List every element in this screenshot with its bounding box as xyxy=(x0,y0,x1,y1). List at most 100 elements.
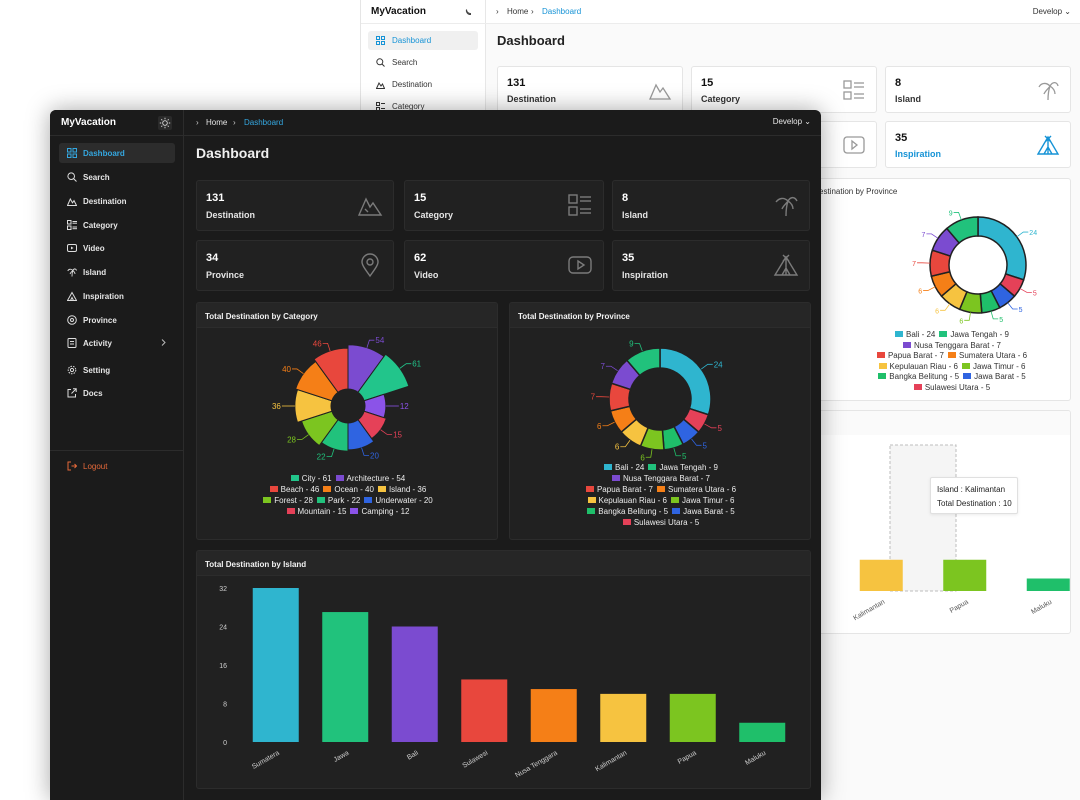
sidebar-item-docs[interactable]: Docs xyxy=(59,383,175,403)
stat-card-category[interactable]: 15 Category xyxy=(404,180,604,231)
light-nav-destination[interactable]: Destination xyxy=(368,75,478,94)
province-label-line xyxy=(691,438,702,446)
legend-swatch xyxy=(585,486,594,492)
legend-item[interactable]: Mountain - 15 xyxy=(286,506,346,517)
sidebar-item-label: Destination xyxy=(83,197,127,206)
stat-card-inspiration[interactable]: 35 Inspiration xyxy=(612,240,810,291)
environment-select[interactable]: Develop ⌄ xyxy=(773,117,811,126)
legend-item[interactable]: Jawa Timur - 6 xyxy=(962,362,1025,373)
province-label-line xyxy=(602,421,615,427)
mountain-icon xyxy=(375,80,386,89)
legend-item[interactable]: Beach - 46 xyxy=(269,484,319,495)
legend-item[interactable]: Jawa Barat - 5 xyxy=(963,372,1026,383)
stat-card-destination[interactable]: 131 Destination xyxy=(196,180,394,231)
legend-row: Forest - 28 Park - 22 Underwater - 20 xyxy=(197,495,497,506)
legend-item[interactable]: Park - 22 xyxy=(316,495,361,506)
light-breadcrumb-home[interactable]: Home xyxy=(507,7,528,16)
activity-icon xyxy=(67,338,77,348)
legend-item[interactable]: Ocean - 40 xyxy=(323,484,374,495)
light-province-data-label: 6 xyxy=(959,318,963,325)
legend-label: Park - 22 xyxy=(327,496,361,505)
sidebar-item-setting[interactable]: Setting xyxy=(59,360,175,380)
legend-label: Architecture - 54 xyxy=(346,474,406,483)
light-stat-card-destination[interactable]: 131 Destination xyxy=(497,66,683,113)
legend-item[interactable]: Forest - 28 xyxy=(263,495,313,506)
legend-item[interactable]: Sumatera Utara - 6 xyxy=(948,351,1027,362)
legend-item[interactable]: Jawa Tengah - 9 xyxy=(939,330,1009,341)
light-stat-card-inspiration[interactable]: 35 Inspiration xyxy=(885,121,1071,168)
legend-item[interactable]: Bangka Belitung - 5 xyxy=(878,372,959,383)
y-tick-label: 24 xyxy=(219,625,227,632)
stat-value: 8 xyxy=(622,192,629,204)
moon-icon[interactable] xyxy=(462,5,474,17)
legend-swatch xyxy=(913,383,922,390)
legend-swatch xyxy=(611,475,620,481)
legend-item[interactable]: Papua Barat - 7 xyxy=(585,484,653,495)
light-province-label-line xyxy=(1019,288,1032,293)
bar xyxy=(600,693,647,742)
light-stat-card-island[interactable]: 8 Island xyxy=(885,66,1071,113)
light-stat-card-category[interactable]: 15 Category xyxy=(691,66,877,113)
legend-item[interactable]: Sulawesi Utara - 5 xyxy=(913,383,990,394)
light-nav-dashboard[interactable]: Dashboard xyxy=(368,31,478,50)
legend-item[interactable]: Nusa Tenggara Barat - 7 xyxy=(611,473,710,484)
legend-item[interactable]: Jawa Barat - 5 xyxy=(672,506,735,517)
legend-item[interactable]: Sumatera Utara - 6 xyxy=(657,484,736,495)
stat-value: 62 xyxy=(414,252,427,264)
chevron-right-icon[interactable] xyxy=(159,338,168,347)
logout-button[interactable]: Logout xyxy=(59,456,175,476)
breadcrumb-home[interactable]: Home xyxy=(206,118,227,127)
light-env-label: Develop xyxy=(1032,7,1063,16)
legend-item[interactable]: Jawa Timur - 6 xyxy=(671,495,734,506)
stat-card-province[interactable]: 34 Province xyxy=(196,240,394,291)
legend-item[interactable]: Jawa Tengah - 9 xyxy=(648,462,718,473)
sidebar-item-inspiration[interactable]: Inspiration xyxy=(59,286,175,306)
bar xyxy=(322,612,369,742)
light-nav-search[interactable]: Search xyxy=(368,53,478,72)
legend-item[interactable]: Bangka Belitung - 5 xyxy=(587,506,668,517)
bar xyxy=(669,693,716,742)
light-page-title: Dashboard xyxy=(497,33,565,48)
logout-label: Logout xyxy=(83,462,108,471)
legend-item[interactable]: Underwater - 20 xyxy=(364,495,433,506)
sidebar-item-video[interactable]: Video xyxy=(59,238,175,258)
category-data-label: 22 xyxy=(317,453,326,462)
y-tick-label: 0 xyxy=(223,740,227,747)
sidebar-item-search[interactable]: Search xyxy=(59,167,175,187)
legend-item[interactable]: Architecture - 54 xyxy=(335,473,406,484)
legend-item[interactable]: Bali - 24 xyxy=(895,330,935,341)
island-chart-panel: Total Destination by Island 0 8 16 24 32 Suma… xyxy=(196,550,811,789)
province-data-label: 9 xyxy=(629,340,634,349)
stat-label: Destination xyxy=(206,210,256,220)
sidebar-item-label: Video xyxy=(83,244,105,253)
stat-value: 35 xyxy=(622,252,635,264)
legend-item[interactable]: Papua Barat - 7 xyxy=(876,351,944,362)
legend-item[interactable]: Nusa Tenggara Barat - 7 xyxy=(902,341,1001,352)
sidebar-item-activity[interactable]: Activity xyxy=(59,333,175,353)
legend-item[interactable]: City - 61 xyxy=(290,473,332,484)
sidebar-item-province[interactable]: Province xyxy=(59,310,175,330)
legend-item[interactable]: Camping - 12 xyxy=(350,506,409,517)
tent-icon xyxy=(773,254,799,276)
legend-swatch xyxy=(316,497,325,503)
sidebar-item-dashboard[interactable]: Dashboard xyxy=(59,143,175,163)
sidebar-item-category[interactable]: Category xyxy=(59,215,175,235)
legend-item[interactable]: Kepulauan Riau - 6 xyxy=(587,495,668,506)
stat-label: Inspiration xyxy=(622,270,669,280)
category-label-line xyxy=(380,429,393,435)
legend-row: Nusa Tenggara Barat - 7 xyxy=(852,341,1052,352)
sidebar-item-island[interactable]: Island xyxy=(59,262,175,282)
light-env-select[interactable]: Develop ⌄ xyxy=(1033,7,1071,16)
sidebar-item-label: Inspiration xyxy=(83,292,124,301)
bar xyxy=(391,626,438,742)
sidebar-item-destination[interactable]: Destination xyxy=(59,191,175,211)
legend-label: Kepulauan Riau - 6 xyxy=(598,496,668,505)
theme-toggle-button[interactable] xyxy=(158,116,172,130)
x-tick-label: Kalimantan xyxy=(594,750,628,774)
stat-card-video[interactable]: 62 Video xyxy=(404,240,604,291)
legend-item[interactable]: Bali - 24 xyxy=(604,462,644,473)
legend-item[interactable]: Kepulauan Riau - 6 xyxy=(878,362,958,373)
legend-item[interactable]: Sulawesi Utara - 5 xyxy=(622,517,699,528)
stat-card-island[interactable]: 8 Island xyxy=(612,180,810,231)
legend-item[interactable]: Island - 36 xyxy=(377,484,426,495)
